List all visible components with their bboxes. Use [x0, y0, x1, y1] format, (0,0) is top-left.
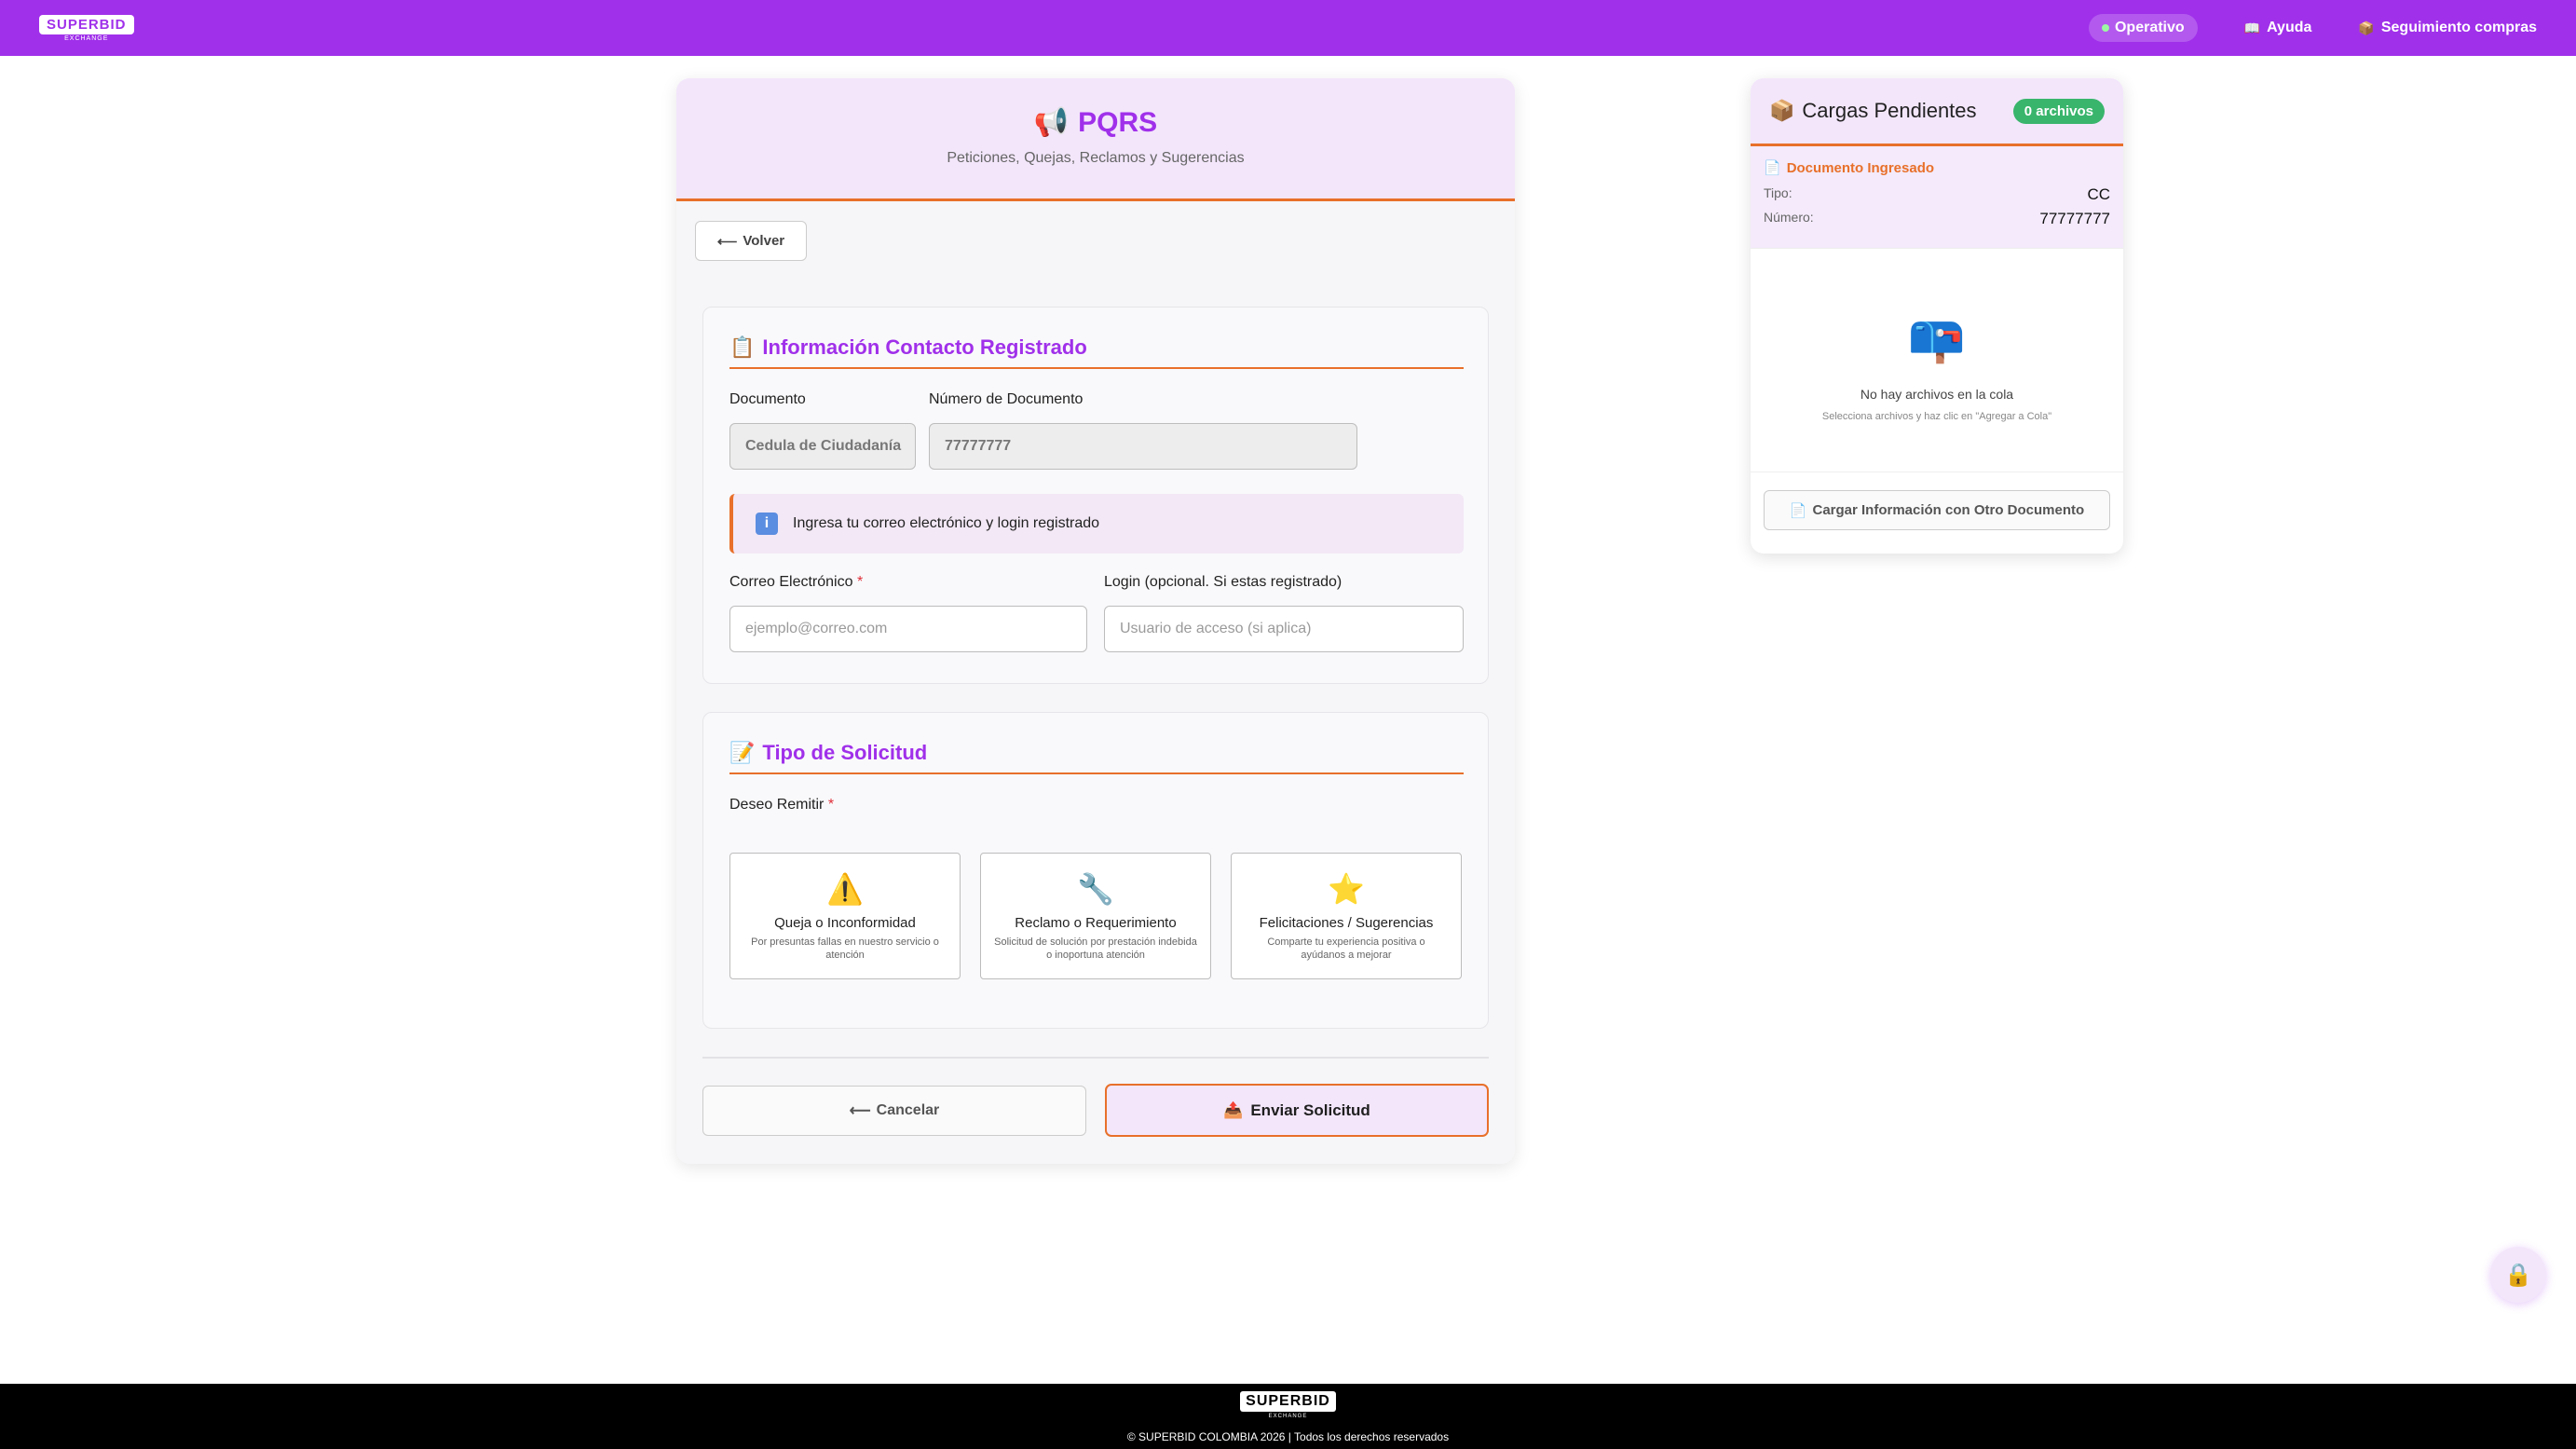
book-icon: 📖: [2243, 20, 2261, 35]
required-asterisk: *: [827, 797, 835, 813]
memo-icon: 📝: [729, 741, 756, 764]
option-suggestion[interactable]: ⭐ Felicitaciones / Sugerencias Comparte …: [1231, 853, 1462, 979]
document-type-label: Documento: [729, 391, 806, 407]
status-dot-icon: [2101, 24, 2109, 32]
contact-info-section: 📋 Información Contacto Registrado Docume…: [702, 307, 1489, 684]
form-header: 📢 PQRS Peticiones, Quejas, Reclamos y Su…: [676, 78, 1515, 201]
info-text: Ingresa tu correo electrónico y login re…: [793, 515, 1100, 531]
megaphone-icon: 📢: [1033, 107, 1070, 138]
logo-text: SUPERBID: [39, 14, 134, 34]
remit-label: Deseo Remitir *: [729, 797, 834, 813]
email-label: Correo Electrónico *: [729, 574, 863, 591]
login-label: Login (opcional. Si estas registrado): [1104, 574, 1343, 590]
document-type-field[interactable]: Cedula de Ciudadanía: [729, 423, 916, 470]
email-label-text: Correo Electrónico: [729, 574, 853, 590]
pending-uploads-title: 📦 Cargas Pendientes: [1769, 99, 1977, 123]
clipboard-icon: 📋: [729, 335, 756, 359]
upload-other-document-button[interactable]: 📄 Cargar Información con Otro Documento: [1764, 490, 2110, 530]
warning-icon: ⚠️: [826, 872, 864, 906]
pending-uploads-card: 📦 Cargas Pendientes 0 archivos 📄 Documen…: [1751, 78, 2123, 554]
status-badge[interactable]: Operativo: [2088, 14, 2198, 42]
document-number-label: Número de Documento: [929, 391, 1084, 407]
help-label: Ayuda: [2267, 20, 2312, 35]
contact-section-title-text: Información Contacto Registrado: [762, 335, 1087, 359]
document-number-field[interactable]: 77777777: [929, 423, 1357, 470]
help-link[interactable]: 📖 Ayuda: [2244, 20, 2312, 36]
cancel-button[interactable]: ⟵ Cancelar: [702, 1086, 1086, 1136]
empty-queue: 📪 No hay archivos en la cola Selecciona …: [1751, 249, 2123, 472]
upload-other-document-label: Cargar Información con Otro Documento: [1812, 502, 2085, 518]
required-asterisk: *: [856, 574, 864, 590]
send-icon: 📤: [1223, 1100, 1244, 1119]
empty-queue-subtitle: Selecciona archivos y haz clic en "Agreg…: [1821, 411, 2052, 422]
back-button[interactable]: ⟵ Volver: [695, 221, 807, 261]
send-button[interactable]: 📤 Enviar Solicitud: [1105, 1084, 1489, 1137]
footer: SUPERBID EXCHANGE © SUPERBID COLOMBIA 20…: [0, 1384, 2576, 1449]
option-title: Queja o Inconformidad: [774, 915, 916, 931]
option-desc: Comparte tu experiencia positiva o ayúda…: [1267, 936, 1425, 961]
cancel-label: Cancelar: [876, 1102, 940, 1118]
page-title-text: PQRS: [1078, 106, 1158, 138]
email-input[interactable]: ejemplo@correo.com: [729, 606, 1087, 652]
info-notice: i Ingresa tu correo electrónico y login …: [729, 494, 1464, 554]
tracking-link[interactable]: 📦 Seguimiento compras: [2358, 20, 2537, 36]
document-icon: 📄: [1764, 160, 1781, 176]
document-number-row: Número: 77777777: [1764, 210, 2110, 228]
send-label: Enviar Solicitud: [1250, 1100, 1370, 1119]
contact-section-title: 📋 Información Contacto Registrado: [729, 335, 1464, 369]
entered-document-title: 📄 Documento Ingresado: [1764, 159, 2110, 177]
status-label: Operativo: [2114, 20, 2185, 35]
lock-button[interactable]: 🔒: [2490, 1247, 2546, 1303]
type-value: CC: [2087, 185, 2110, 203]
arrow-left-icon: ⟵: [716, 233, 738, 250]
entered-document-title-text: Documento Ingresado: [1786, 159, 1935, 176]
logo-subtext: EXCHANGE: [64, 34, 109, 42]
footer-logo-subtext: EXCHANGE: [1268, 1414, 1308, 1419]
option-claim[interactable]: 🔧 Reclamo o Requerimiento Solicitud de s…: [980, 853, 1211, 979]
login-input[interactable]: Usuario de acceso (si aplica): [1104, 606, 1464, 652]
document-icon: 📄: [1789, 502, 1807, 519]
entered-document-box: 📄 Documento Ingresado Tipo: CC Número: 7…: [1751, 146, 2123, 249]
empty-queue-title: No hay archivos en la cola: [1860, 387, 2014, 402]
type-key: Tipo:: [1764, 185, 1792, 200]
page-subtitle: Peticiones, Quejas, Reclamos y Sugerenci…: [947, 150, 1245, 166]
nav-links: Operativo 📖 Ayuda 📦 Seguimiento compras: [2088, 14, 2537, 42]
lock-icon: 🔒: [2504, 1262, 2532, 1288]
number-key: Número:: [1764, 210, 1814, 225]
brand-logo[interactable]: SUPERBID EXCHANGE: [39, 14, 134, 42]
star-icon: ⭐: [1328, 872, 1365, 906]
request-section-title-text: Tipo de Solicitud: [762, 741, 928, 764]
back-label: Volver: [743, 233, 785, 249]
top-navbar: SUPERBID EXCHANGE Operativo 📖 Ayuda 📦 Se…: [0, 0, 2576, 56]
page-title: 📢 PQRS: [676, 106, 1515, 139]
option-title: Felicitaciones / Sugerencias: [1259, 915, 1434, 931]
remit-label-text: Deseo Remitir: [729, 797, 825, 813]
wrench-icon: 🔧: [1077, 872, 1114, 906]
pqrs-form-card: 📢 PQRS Peticiones, Quejas, Reclamos y Su…: [676, 78, 1515, 1164]
document-type-row: Tipo: CC: [1764, 185, 2110, 204]
arrow-left-icon: ⟵: [849, 1103, 871, 1119]
option-title: Reclamo o Requerimiento: [1015, 915, 1177, 931]
mailbox-icon: 📪: [1907, 312, 1967, 364]
box-icon: 📦: [1769, 99, 1795, 122]
pending-uploads-header: 📦 Cargas Pendientes 0 archivos: [1751, 78, 2123, 146]
pending-uploads-title-text: Cargas Pendientes: [1802, 99, 1977, 122]
number-value: 77777777: [2039, 210, 2110, 227]
footer-logo: SUPERBID: [1240, 1391, 1336, 1412]
info-icon: i: [756, 513, 778, 535]
package-icon: 📦: [2358, 20, 2375, 35]
request-section-title: 📝 Tipo de Solicitud: [729, 741, 1464, 774]
form-divider: [702, 1057, 1489, 1059]
option-complaint[interactable]: ⚠️ Queja o Inconformidad Por presuntas f…: [729, 853, 961, 979]
option-desc: Solicitud de solución por prestación ind…: [994, 936, 1197, 961]
option-desc: Por presuntas fallas en nuestro servicio…: [751, 936, 939, 961]
file-count-badge: 0 archivos: [2012, 98, 2105, 124]
request-type-section: 📝 Tipo de Solicitud Deseo Remitir * ⚠️ Q…: [702, 712, 1489, 1029]
tracking-label: Seguimiento compras: [2380, 20, 2537, 35]
footer-copyright: © SUPERBID COLOMBIA 2026 | Todos los der…: [1126, 1430, 1450, 1443]
